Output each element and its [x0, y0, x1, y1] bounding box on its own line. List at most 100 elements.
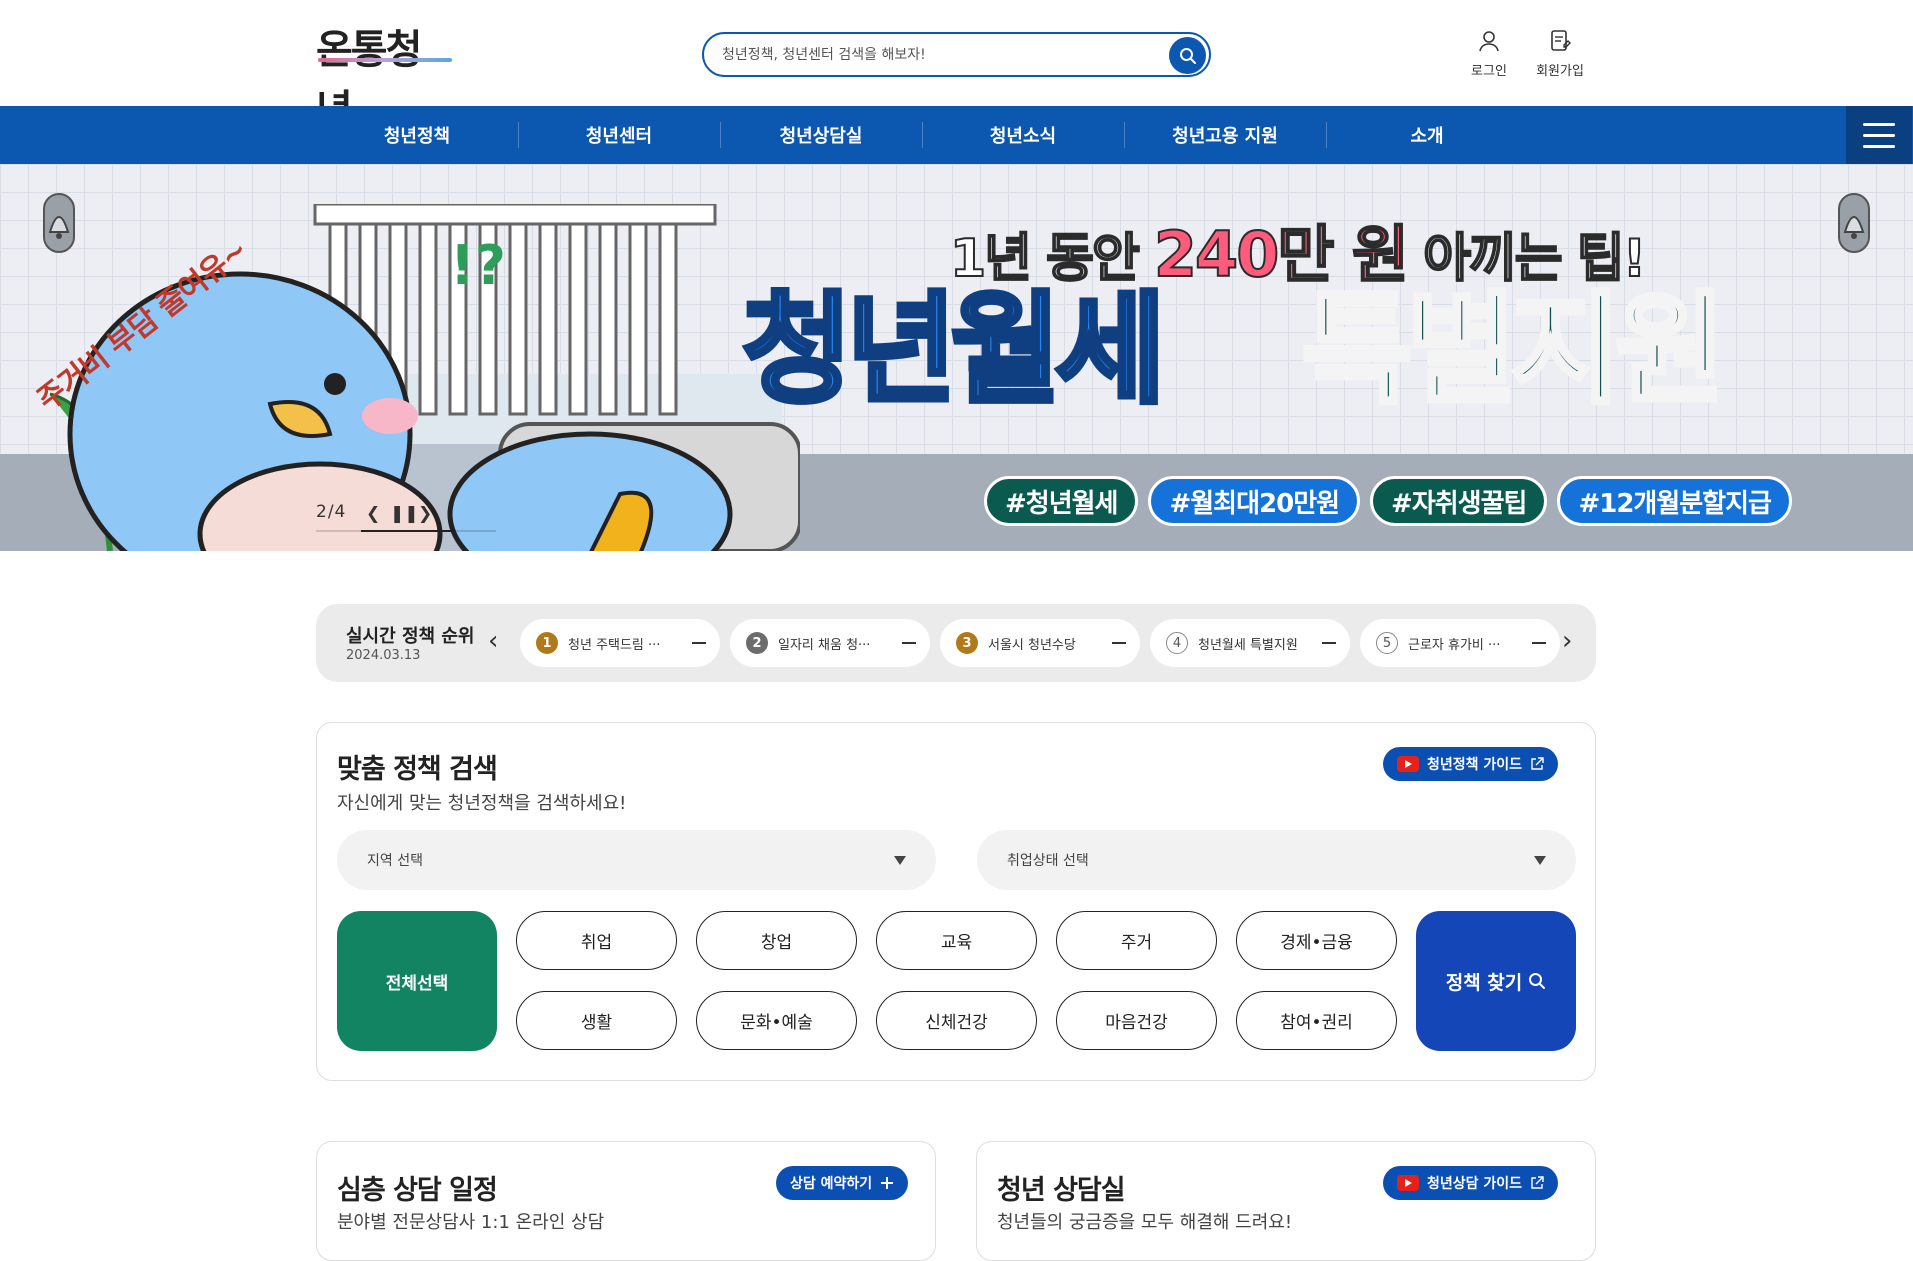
- rank-number: 3: [956, 632, 978, 654]
- employment-status-select[interactable]: 취업상태 선택: [977, 830, 1576, 890]
- banner-pager: 2/4: [316, 502, 347, 522]
- banner-tag: #월최대20만원: [1148, 476, 1361, 526]
- category-employment[interactable]: 취업: [516, 911, 677, 970]
- rank-number: 2: [746, 632, 768, 654]
- nav-youth-center[interactable]: 청년센터: [518, 106, 720, 164]
- banner-tags: #청년월세 #월최대20만원 #자취생꿀팁 #12개월분할지급: [984, 476, 1792, 526]
- category-living[interactable]: 생활: [516, 991, 677, 1050]
- realtime-ranking: 실시간 정책 순위 2024.03.13 ‹ 1 청년 주택드림 ··· 2 일…: [316, 604, 1596, 682]
- category-economy-finance[interactable]: 경제•금융: [1236, 911, 1397, 970]
- counsel-guide-label: 청년상담 가이드: [1427, 1176, 1523, 1192]
- rank-label: 청년월세 특별지원: [1198, 637, 1298, 653]
- find-policy-button[interactable]: 정책 찾기: [1416, 911, 1576, 1051]
- ranking-item[interactable]: 1 청년 주택드림 ···: [520, 619, 720, 667]
- search-bar: [702, 32, 1211, 77]
- ranking-item[interactable]: 2 일자리 채움 청···: [730, 619, 930, 667]
- banner-title-b: 특별지원: [1300, 279, 1729, 423]
- category-education[interactable]: 교육: [876, 911, 1037, 970]
- main-banner[interactable]: !? 주거비 부담 줄여유~ 1년 동안 240만 원 아끼는 팁! 청년월세 …: [0, 164, 1913, 551]
- counsel-guide-button[interactable]: 청년상담 가이드: [1383, 1166, 1559, 1200]
- ranking-next-icon[interactable]: ›: [1562, 626, 1572, 656]
- rank-number: 1: [536, 632, 558, 654]
- banner-tag: #자취생꿀팁: [1370, 476, 1548, 526]
- category-mental-health[interactable]: 마음건강: [1056, 991, 1217, 1050]
- select-all-button[interactable]: 전체선택: [337, 911, 497, 1051]
- youtube-icon: [1397, 756, 1419, 772]
- search-icon: [1179, 47, 1196, 64]
- card-subtitle: 청년들의 궁금증을 모두 해결해 드려요!: [997, 1212, 1293, 1233]
- custom-policy-search: 맞춤 정책 검색 자신에게 맞는 청년정책을 검색하세요! 청년정책 가이드 지…: [316, 722, 1596, 1081]
- ranking-date: 2024.03.13: [346, 648, 421, 663]
- ranking-item[interactable]: 4 청년월세 특별지원: [1150, 619, 1350, 667]
- external-link-icon: [1531, 1176, 1544, 1189]
- section-title: 맞춤 정책 검색: [337, 754, 498, 785]
- card-title: 심층 상담 일정: [337, 1175, 498, 1206]
- signup-link[interactable]: 회원가입: [1530, 28, 1590, 79]
- banner-progress: [316, 530, 496, 532]
- banner-tag: #12개월분할지급: [1557, 476, 1792, 526]
- ranking-title: 실시간 정책 순위: [346, 626, 475, 647]
- card-subtitle: 분야별 전문상담사 1:1 온라인 상담: [337, 1212, 605, 1233]
- rank-label: 근로자 휴가비 ···: [1408, 637, 1501, 653]
- signup-label: 회원가입: [1536, 64, 1584, 79]
- section-subtitle: 자신에게 맞는 청년정책을 검색하세요!: [337, 793, 627, 814]
- search-icon: [1529, 973, 1546, 989]
- plus-icon: [881, 1177, 894, 1189]
- rank-unchanged-icon: [1322, 642, 1336, 644]
- rank-label: 일자리 채움 청···: [778, 637, 871, 653]
- category-startup[interactable]: 창업: [696, 911, 857, 970]
- nav-youth-policy[interactable]: 청년정책: [316, 106, 518, 164]
- banner-next-icon[interactable]: ❯: [418, 504, 432, 524]
- logo-underline: [318, 58, 452, 62]
- book-counsel-label: 상담 예약하기: [790, 1176, 873, 1192]
- external-link-icon: [1531, 757, 1544, 770]
- user-icon: [1479, 31, 1499, 52]
- nav-about[interactable]: 소개: [1326, 106, 1528, 164]
- youtube-icon: [1397, 1175, 1419, 1191]
- banner-title-a: 청년월세: [740, 279, 1169, 423]
- counsel-schedule-card: 심층 상담 일정 분야별 전문상담사 1:1 온라인 상담 상담 예약하기: [316, 1141, 936, 1261]
- rank-unchanged-icon: [902, 642, 916, 644]
- search-input[interactable]: [722, 43, 1122, 67]
- rank-number: 5: [1376, 632, 1398, 654]
- search-button[interactable]: [1169, 37, 1206, 74]
- book-counsel-button[interactable]: 상담 예약하기: [776, 1166, 909, 1200]
- document-edit-icon: [1551, 30, 1571, 51]
- category-participation-rights[interactable]: 참여•권리: [1236, 991, 1397, 1050]
- nav-youth-news[interactable]: 청년소식: [922, 106, 1124, 164]
- category-culture-arts[interactable]: 문화•예술: [696, 991, 857, 1050]
- dropdown-arrow-icon: [894, 855, 906, 865]
- employment-select-value: 취업상태 선택: [1007, 853, 1089, 869]
- ranking-prev-icon[interactable]: ‹: [488, 626, 498, 656]
- counsel-room-card: 청년 상담실 청년들의 궁금증을 모두 해결해 드려요! 청년상담 가이드: [976, 1141, 1596, 1261]
- policy-guide-button[interactable]: 청년정책 가이드: [1383, 747, 1559, 781]
- rank-unchanged-icon: [1112, 642, 1126, 644]
- ranking-item[interactable]: 5 근로자 휴가비 ···: [1360, 619, 1560, 667]
- banner-prev-icon[interactable]: ❮: [366, 504, 380, 524]
- ranking-item[interactable]: 3 서울시 청년수당: [940, 619, 1140, 667]
- rank-number: 4: [1166, 632, 1188, 654]
- nav-youth-counsel[interactable]: 청년상담실: [720, 106, 922, 164]
- svg-text:!?: !?: [450, 234, 506, 297]
- login-label: 로그인: [1471, 64, 1507, 79]
- site-logo[interactable]: 온통청년: [316, 20, 452, 133]
- rank-label: 청년 주택드림 ···: [568, 637, 661, 653]
- rank-unchanged-icon: [1532, 642, 1546, 644]
- card-title: 청년 상담실: [997, 1175, 1126, 1206]
- region-select-value: 지역 선택: [367, 853, 423, 869]
- site-header: 온통청년 로그인 회원가입: [0, 0, 1913, 133]
- find-policy-label: 정책 찾기: [1445, 971, 1523, 994]
- login-link[interactable]: 로그인: [1459, 28, 1519, 79]
- banner-pause-icon[interactable]: ❚❚: [390, 504, 419, 524]
- rank-unchanged-icon: [692, 642, 706, 644]
- main-navigation: 청년정책 청년센터 청년상담실 청년소식 청년고용 지원 소개: [0, 106, 1913, 164]
- bird-character-illustration: !?: [49, 204, 800, 551]
- category-physical-health[interactable]: 신체건강: [876, 991, 1037, 1050]
- region-select[interactable]: 지역 선택: [337, 830, 936, 890]
- nav-youth-employment[interactable]: 청년고용 지원: [1124, 106, 1326, 164]
- dropdown-arrow-icon: [1534, 855, 1546, 865]
- rank-label: 서울시 청년수당: [988, 637, 1076, 653]
- category-housing[interactable]: 주거: [1056, 911, 1217, 970]
- hamburger-menu-icon[interactable]: [1846, 106, 1912, 164]
- policy-guide-label: 청년정책 가이드: [1427, 757, 1523, 773]
